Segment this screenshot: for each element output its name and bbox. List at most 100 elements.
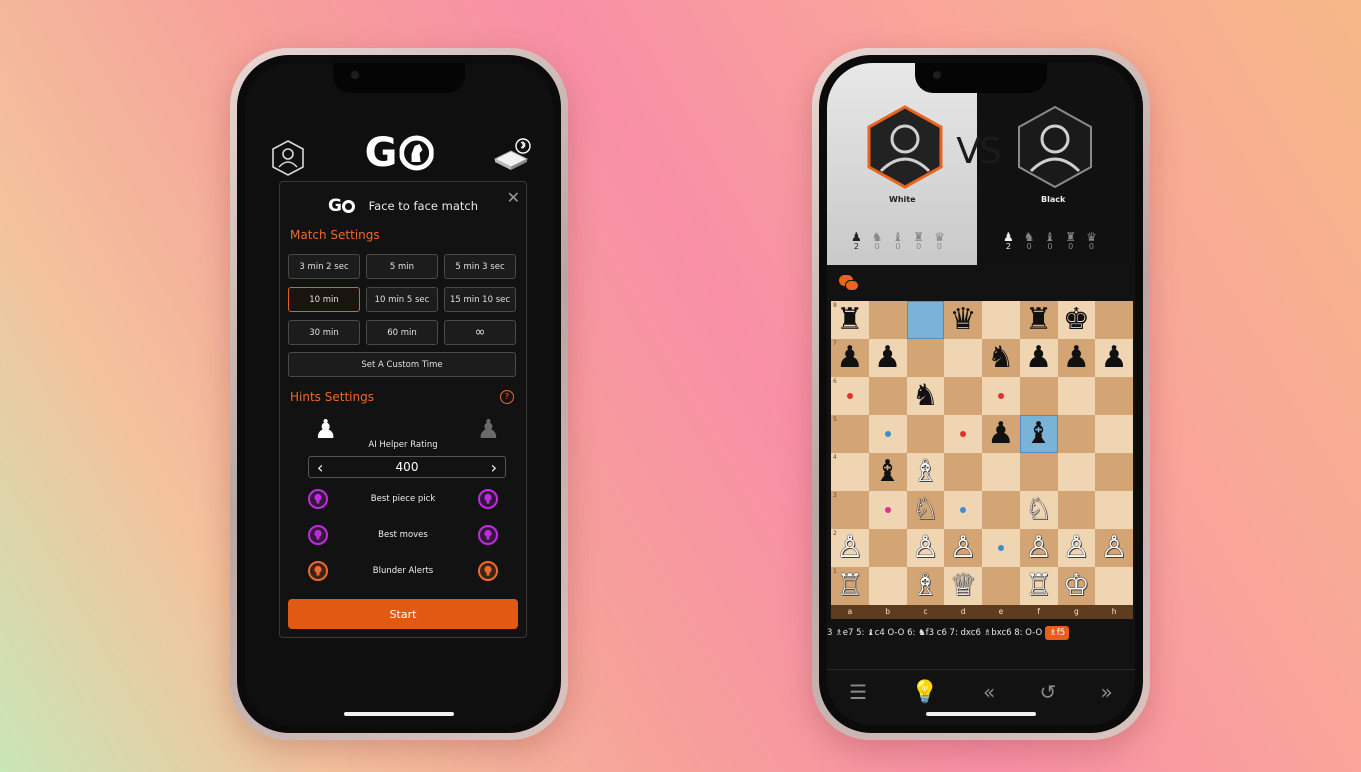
custom-time-button[interactable]: Set A Custom Time [288,352,516,377]
decrease-rating-icon[interactable]: ‹ [317,458,323,477]
white-piece-icon[interactable]: ♕ [950,571,977,601]
black-piece-icon[interactable]: ♚ [1063,305,1090,335]
time-option-button[interactable]: 10 min 5 sec [366,287,438,312]
undo-icon[interactable]: ↺ [1040,680,1057,704]
white-piece-icon[interactable]: ♙ [836,533,863,563]
move-hint-dot[interactable] [846,393,853,399]
black-piece-icon[interactable]: ♟ [874,343,901,373]
previous-move-icon[interactable]: « [983,680,995,704]
board-square[interactable]: ♟ [1057,339,1096,377]
board-square[interactable] [1095,491,1133,529]
black-piece-icon[interactable]: ♟ [1025,343,1052,373]
board-square[interactable] [1095,567,1133,605]
board-square[interactable] [982,453,1020,491]
board-square[interactable] [868,301,907,339]
white-piece-icon[interactable]: ♘ [1025,495,1052,525]
close-icon[interactable]: ✕ [507,188,520,207]
black-piece-icon[interactable]: ♜ [1025,305,1052,335]
board-square[interactable] [944,377,982,415]
hint-toggle-black-icon[interactable] [477,561,498,581]
chat-icon[interactable] [839,275,859,291]
board-square[interactable]: 3 [831,491,869,529]
move-history[interactable]: 3 ♗e7 5: ♝c4 O-O 6: ♞f3 c6 7: dxc6 ♗bxc6… [827,623,1135,643]
board-square[interactable]: ♟ [1019,339,1058,377]
white-piece-icon[interactable]: ♖ [1025,571,1052,601]
hint-toggle-black-icon[interactable] [477,525,498,545]
time-option-button[interactable]: ∞ [444,320,516,345]
white-piece-icon[interactable]: ♔ [1063,571,1090,601]
board-square[interactable]: ♟ [1095,339,1133,377]
white-piece-icon[interactable]: ♙ [950,533,977,563]
move-hint-dot[interactable] [997,393,1004,399]
board-square[interactable]: ♘ [906,491,945,529]
board-square[interactable] [944,453,982,491]
board-square[interactable]: ♙ [1019,529,1058,567]
board-square[interactable]: 6 [831,377,869,415]
board-square[interactable]: ♚ [1057,301,1096,339]
board-square[interactable] [982,491,1020,529]
board-square[interactable]: ♕ [944,567,982,605]
board-square[interactable] [982,567,1020,605]
board-square[interactable] [1057,491,1096,529]
black-piece-icon[interactable]: ♟ [1063,343,1090,373]
time-option-button[interactable]: 5 min [366,254,438,279]
black-piece-icon[interactable]: ♟ [836,343,863,373]
board-square[interactable] [1019,377,1058,415]
board-square[interactable]: ♟ [868,339,907,377]
board-square[interactable]: ♗ [906,567,945,605]
hint-toggle-white-icon[interactable] [308,561,328,581]
board-square[interactable] [1019,453,1058,491]
hint-toggle-white-icon[interactable] [308,525,328,545]
board-square[interactable]: ♙ [1095,529,1133,567]
time-option-button[interactable]: 5 min 3 sec [444,254,516,279]
board-square[interactable]: 5 [831,415,869,453]
black-piece-icon[interactable]: ♛ [950,305,977,335]
board-square[interactable]: 2 ♙ [831,529,869,567]
white-piece-icon[interactable]: ♙ [1101,533,1128,563]
ai-rating-stepper[interactable]: ‹ 400 › [308,456,506,478]
board-square[interactable] [982,529,1020,567]
time-option-button[interactable]: 30 min [288,320,360,345]
board-square[interactable] [1095,301,1133,339]
black-piece-icon[interactable]: ♞ [912,381,939,411]
move-hint-dot[interactable] [884,507,891,513]
time-option-button[interactable]: 15 min 10 sec [444,287,516,312]
board-square[interactable]: ♞ [982,339,1020,377]
board-square[interactable]: 7 ♟ [831,339,869,377]
white-player-avatar[interactable] [861,103,949,191]
chess-board[interactable]: 8 ♜ ♛ ♜ ♚ 7 ♟ ♟ ♞ ♟ ♟ ♟ 6 ♞ 5 ♟ ♝ 4 ♝ ♗ 3 ♘ ♘ 2 ♙ ♙ ♙ ♙ ♙ ♙ 1 ♖ ♗ ♕ ♖ ♔ [831,301,1133,605]
move-hint-dot[interactable] [960,507,967,513]
hint-bulb-icon[interactable]: 💡 [911,680,938,705]
black-piece-icon[interactable]: ♜ [836,305,863,335]
black-piece-icon[interactable]: ♞ [987,343,1014,373]
board-square[interactable]: ♜ [1019,301,1058,339]
board-square[interactable]: ♝ [1019,415,1058,453]
board-square[interactable]: ♟ [982,415,1020,453]
increase-rating-icon[interactable]: › [491,458,497,477]
board-square[interactable]: ♗ [906,453,945,491]
white-piece-icon[interactable]: ♖ [836,571,863,601]
help-icon[interactable]: ? [500,390,514,404]
white-piece-icon[interactable]: ♙ [1025,533,1052,563]
board-square[interactable] [1057,415,1096,453]
start-button[interactable]: Start [288,599,518,629]
black-piece-icon[interactable]: ♝ [1025,419,1052,449]
board-square[interactable] [906,339,945,377]
board-square[interactable] [1095,377,1133,415]
white-piece-icon[interactable]: ♘ [912,495,939,525]
black-piece-icon[interactable]: ♝ [874,457,901,487]
black-player-avatar[interactable] [1011,103,1099,191]
board-square[interactable]: ♝ [868,453,907,491]
move-hint-dot[interactable] [997,545,1004,551]
white-piece-icon[interactable]: ♙ [912,533,939,563]
time-option-button[interactable]: 60 min [366,320,438,345]
board-square[interactable] [868,491,907,529]
board-square[interactable] [1057,377,1096,415]
hint-toggle-white-icon[interactable] [308,489,328,509]
board-bluetooth-icon[interactable] [491,137,533,173]
board-square[interactable] [1095,415,1133,453]
time-option-button[interactable]: 10 min [288,287,360,312]
move-hint-dot[interactable] [960,431,967,437]
move-list-icon[interactable]: ☰ [849,680,867,704]
time-option-button[interactable]: 3 min 2 sec [288,254,360,279]
